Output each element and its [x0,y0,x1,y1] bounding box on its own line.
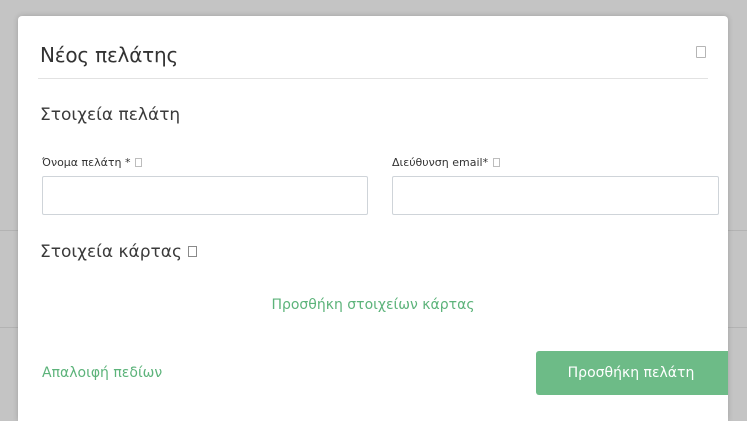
info-icon[interactable] [135,158,143,167]
customer-section-title: Στοιχεία πελάτη [40,105,180,125]
clear-fields-link[interactable]: Απαλοιφή πεδίων [42,365,162,381]
clear-fields-link-text[interactable]: Απαλοιφή πεδίων [42,365,162,381]
customer-name-input[interactable] [42,176,368,215]
new-customer-modal: Νέος πελάτης Στοιχεία πελάτη Όνομα πελάτ… [18,16,728,421]
email-label: Διεύθυνση email* [392,156,501,169]
add-card-details-link[interactable]: Προσθήκη στοιχείων κάρτας [18,297,728,313]
modal-title: Νέος πελάτης [40,43,179,67]
info-icon[interactable] [187,246,197,257]
email-input[interactable] [392,176,719,215]
add-customer-button[interactable]: Προσθήκη πελάτη [536,351,728,395]
customer-name-label: Όνομα πελάτη * [42,156,143,169]
close-icon[interactable] [696,46,706,58]
add-card-details-link-text[interactable]: Προσθήκη στοιχείων κάρτας [271,297,474,313]
add-customer-button-label[interactable]: Προσθήκη πελάτη [568,365,695,381]
modal-header: Νέος πελάτης [38,16,708,79]
email-label-text: Διεύθυνση email* [392,156,489,169]
info-icon[interactable] [493,158,501,167]
customer-section-title-text: Στοιχεία πελάτη [40,105,181,125]
customer-name-label-text: Όνομα πελάτη * [42,156,131,169]
card-section-title-text: Στοιχεία κάρτας [40,242,182,262]
card-section-title: Στοιχεία κάρτας [40,242,197,262]
